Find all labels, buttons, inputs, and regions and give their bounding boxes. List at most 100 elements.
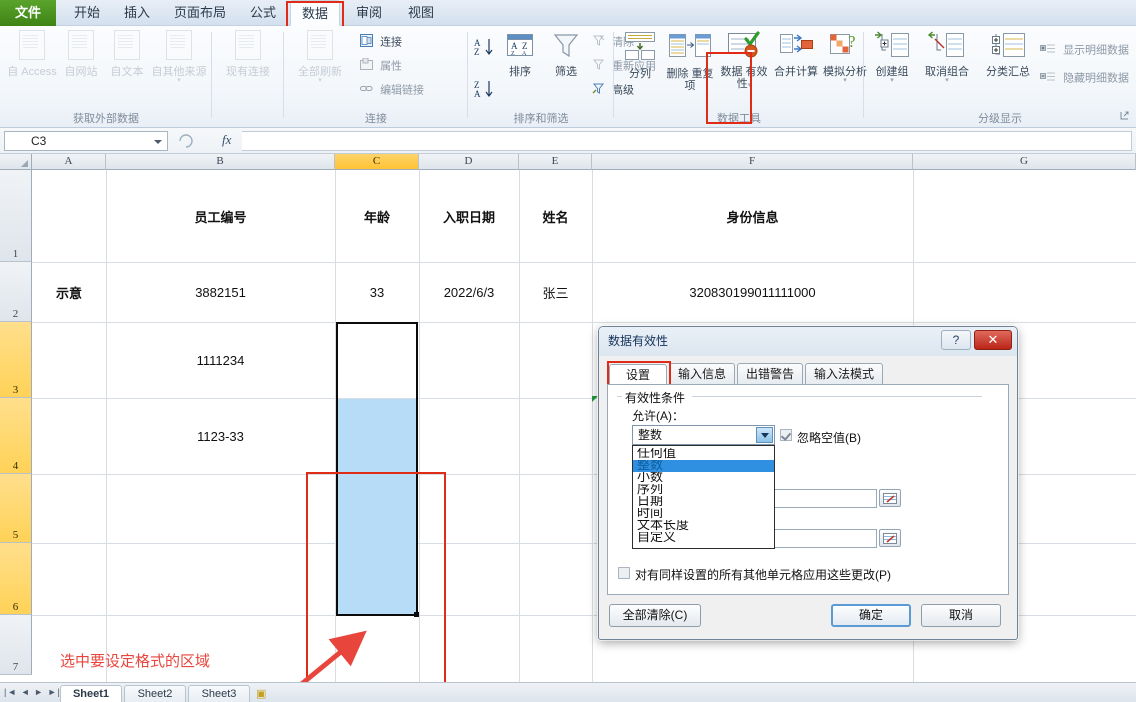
- subtotal-icon: [982, 30, 1034, 63]
- row-header-5[interactable]: 5: [0, 474, 32, 543]
- new-sheet-icon[interactable]: ▣: [256, 687, 266, 700]
- btn-from-access[interactable]: 自 Access: [4, 30, 60, 78]
- apply-to-all-checkbox[interactable]: [618, 567, 630, 579]
- btn-ungroup[interactable]: 取消组合 ▾: [920, 30, 974, 84]
- outline-dialog-launcher[interactable]: [1120, 108, 1130, 126]
- cell-B2[interactable]: 3882151: [106, 262, 335, 322]
- btn-subtotal[interactable]: 分类汇总: [982, 30, 1034, 78]
- excel-window: 文件 开始 插入 页面布局 公式 数据 审阅 视图 自 Access 自网站 自…: [0, 0, 1136, 702]
- dropdown-option-time[interactable]: 时间: [633, 508, 774, 520]
- sheet-nav-arrows[interactable]: |◄ ◄ ► ►|: [4, 687, 61, 697]
- row-header-6[interactable]: 6: [0, 543, 32, 615]
- clear-all-button[interactable]: 全部清除(C): [609, 604, 701, 627]
- select-all-corner[interactable]: [0, 154, 32, 170]
- btn-existing-connections[interactable]: 现有连接: [216, 30, 280, 78]
- cell-E1[interactable]: 姓名: [519, 170, 592, 262]
- btn-sort[interactable]: AZZA 排序: [498, 30, 542, 78]
- svg-text:A: A: [511, 41, 518, 51]
- btn-group[interactable]: 创建组 ▾: [870, 30, 914, 84]
- btn-refresh-all[interactable]: 全部刷新 ▾: [288, 30, 352, 84]
- collapse-dialog-button-min[interactable]: [879, 489, 901, 507]
- cell-D2[interactable]: 2022/6/3: [419, 262, 519, 322]
- dropdown-option-whole-number[interactable]: 整数: [633, 460, 774, 472]
- cell-D1[interactable]: 入职日期: [419, 170, 519, 262]
- btn-what-if-analysis[interactable]: ? 模拟分析 ▾: [822, 30, 868, 84]
- btn-from-web[interactable]: 自网站: [58, 30, 104, 78]
- row-header-4[interactable]: 4: [0, 398, 32, 474]
- btn-consolidate[interactable]: 合并计算: [770, 30, 822, 78]
- collapse-dialog-button-max[interactable]: [879, 529, 901, 547]
- group-label-sort-filter: 排序和筛选: [513, 113, 569, 125]
- col-header-A[interactable]: A: [32, 154, 106, 170]
- ok-button[interactable]: 确定: [831, 604, 911, 627]
- cell-E2[interactable]: 张三: [519, 262, 592, 322]
- btn-from-text[interactable]: 自文本: [104, 30, 150, 78]
- cell-B4[interactable]: 1123-33: [106, 398, 335, 474]
- row-header-7[interactable]: 7: [0, 615, 32, 675]
- highlight-box-data-tab: [286, 1, 344, 29]
- dropdown-option-decimal[interactable]: 小数: [633, 472, 774, 484]
- tab-insert[interactable]: 插入: [114, 0, 160, 26]
- btn-show-detail[interactable]: 显示明细数据: [1040, 42, 1129, 59]
- dropdown-option-any[interactable]: 任何值: [633, 448, 774, 460]
- cell-B3[interactable]: 1111234: [106, 322, 335, 398]
- ignore-blank-checkbox[interactable]: [780, 429, 792, 441]
- svg-text:?: ?: [848, 32, 856, 51]
- btn-sort-descending[interactable]: ZA: [474, 78, 496, 105]
- btn-filter[interactable]: 筛选: [544, 30, 588, 78]
- chevron-down-icon[interactable]: [154, 140, 162, 144]
- fx-icon[interactable]: fx: [222, 132, 231, 148]
- col-header-E[interactable]: E: [519, 154, 592, 170]
- formula-input[interactable]: [242, 131, 1132, 151]
- btn-from-other-sources[interactable]: 自其他来源 ▾: [148, 30, 210, 84]
- tab-view[interactable]: 视图: [398, 0, 444, 26]
- cell-F1[interactable]: 身份信息: [592, 170, 913, 262]
- reapply-icon: [592, 58, 605, 75]
- cell-A2[interactable]: 示意: [32, 262, 106, 322]
- col-header-G[interactable]: G: [913, 154, 1136, 170]
- col-header-C[interactable]: C: [335, 154, 419, 170]
- btn-hide-detail[interactable]: 隐藏明细数据: [1040, 70, 1129, 87]
- sheet-tab-3[interactable]: Sheet3: [188, 685, 250, 702]
- dropdown-option-text-length[interactable]: 文本长度: [633, 520, 774, 532]
- tab-page-layout[interactable]: 页面布局: [164, 0, 236, 26]
- col-header-D[interactable]: D: [419, 154, 519, 170]
- dropdown-option-list[interactable]: 序列: [633, 484, 774, 496]
- close-icon[interactable]: ✕: [974, 330, 1012, 350]
- dropdown-option-custom[interactable]: 自定义: [633, 532, 774, 544]
- sheet-tab-1[interactable]: Sheet1: [60, 685, 122, 702]
- row-header-1[interactable]: 1: [0, 170, 32, 262]
- chevron-down-icon: ▾: [843, 77, 847, 84]
- allow-type-combobox[interactable]: 整数: [632, 425, 775, 445]
- dialog-tab-input-message[interactable]: 输入信息: [669, 363, 735, 385]
- help-button[interactable]: ?: [941, 330, 971, 350]
- cell-C2[interactable]: 33: [335, 262, 419, 322]
- cell-F2[interactable]: 320830199011111000: [592, 262, 913, 322]
- tab-review[interactable]: 审阅: [346, 0, 392, 26]
- dialog-tab-ime-mode[interactable]: 输入法模式: [805, 363, 883, 385]
- btn-edit-links[interactable]: 编辑链接: [360, 82, 424, 99]
- chevron-down-icon[interactable]: [756, 427, 773, 443]
- allow-type-dropdown-list[interactable]: 任何值 整数 小数 序列 日期 时间 文本长度 自定义: [632, 445, 775, 549]
- btn-text-to-columns[interactable]: 分列: [618, 30, 662, 80]
- name-box[interactable]: C3: [4, 131, 168, 151]
- cell-B1[interactable]: 员工编号: [106, 170, 335, 262]
- ribbon-group-sort-filter: AZ ZA AZZA 排序 筛选 清除 重新应用 高级 排序和筛选: [468, 26, 656, 128]
- tab-home[interactable]: 开始: [64, 0, 110, 26]
- tab-file[interactable]: 文件: [0, 0, 56, 26]
- cancel-button[interactable]: 取消: [921, 604, 1001, 627]
- cell-C1[interactable]: 年龄: [335, 170, 419, 262]
- btn-connections[interactable]: 连接: [360, 34, 402, 51]
- dropdown-option-date[interactable]: 日期: [633, 496, 774, 508]
- col-header-B[interactable]: B: [106, 154, 335, 170]
- col-header-F[interactable]: F: [592, 154, 913, 170]
- row-header-2[interactable]: 2: [0, 262, 32, 322]
- ribbon-group-connections: 全部刷新 ▾ 连接 属性 编辑链接 连接: [284, 26, 468, 128]
- tab-formulas[interactable]: 公式: [240, 0, 286, 26]
- svg-text:A: A: [474, 89, 481, 99]
- dialog-tab-error-alert[interactable]: 出错警告: [737, 363, 803, 385]
- row-header-3[interactable]: 3: [0, 322, 32, 398]
- btn-sort-ascending[interactable]: AZ: [474, 36, 496, 63]
- sheet-tab-2[interactable]: Sheet2: [124, 685, 186, 702]
- btn-properties[interactable]: 属性: [360, 57, 402, 75]
